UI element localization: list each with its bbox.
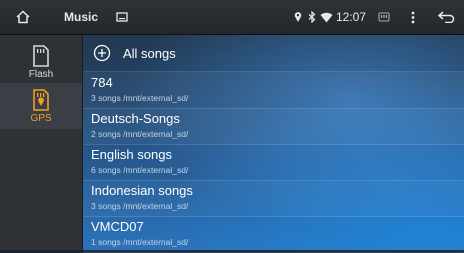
sidebar-item-label: Flash	[28, 68, 54, 80]
screen-icon[interactable]	[114, 0, 130, 34]
folder-name: VMCD07	[91, 219, 144, 234]
bluetooth-icon	[306, 0, 318, 34]
folder-info: 3 songs /mnt/external_sd/	[91, 93, 189, 103]
back-icon	[437, 11, 455, 23]
sidebar-item-gps[interactable]: GPS	[0, 83, 82, 129]
folder-info: 3 songs /mnt/external_sd/	[91, 201, 189, 211]
clock: 12:07	[336, 10, 367, 24]
folder-info: 1 songs /mnt/external_sd/	[91, 237, 189, 247]
folder-row[interactable]: Indonesian songs 3 songs /mnt/external_s…	[83, 180, 464, 217]
folder-name: English songs	[91, 147, 172, 162]
folder-info: 6 songs /mnt/external_sd/	[91, 165, 189, 175]
source-sidebar: Flash GPS	[0, 35, 83, 250]
folder-row[interactable]: VMCD07 1 songs /mnt/external_sd/	[83, 216, 464, 253]
folder-row[interactable]: Deutsch-Songs 2 songs /mnt/external_sd/	[83, 108, 464, 145]
back-button[interactable]	[436, 0, 456, 34]
sd-card-gps-icon	[33, 88, 49, 111]
location-icon	[292, 0, 304, 34]
add-circle-icon	[93, 44, 111, 62]
sd-card-status-icon	[376, 0, 392, 34]
folder-info: 2 songs /mnt/external_sd/	[91, 129, 189, 139]
wifi-icon	[318, 0, 334, 34]
sidebar-item-label: GPS	[30, 112, 52, 124]
all-songs-label: All songs	[123, 45, 176, 61]
sidebar-item-flash[interactable]: Flash	[0, 39, 82, 85]
status-bar: Music 12:07	[0, 0, 464, 35]
home-button[interactable]	[10, 0, 36, 34]
home-icon	[16, 10, 30, 24]
folder-name: 784	[91, 75, 113, 90]
app-title: Music	[64, 10, 99, 24]
sd-card-icon	[33, 44, 49, 67]
more-vert-icon	[411, 11, 415, 23]
all-songs-row[interactable]: All songs	[83, 35, 464, 72]
more-options-button[interactable]	[406, 0, 420, 34]
folder-row[interactable]: 784 3 songs /mnt/external_sd/	[83, 72, 464, 109]
folder-list: All songs 784 3 songs /mnt/external_sd/ …	[83, 35, 464, 253]
folder-name: Indonesian songs	[91, 183, 193, 198]
folder-name: Deutsch-Songs	[91, 111, 180, 126]
folder-row[interactable]: English songs 6 songs /mnt/external_sd/	[83, 144, 464, 181]
